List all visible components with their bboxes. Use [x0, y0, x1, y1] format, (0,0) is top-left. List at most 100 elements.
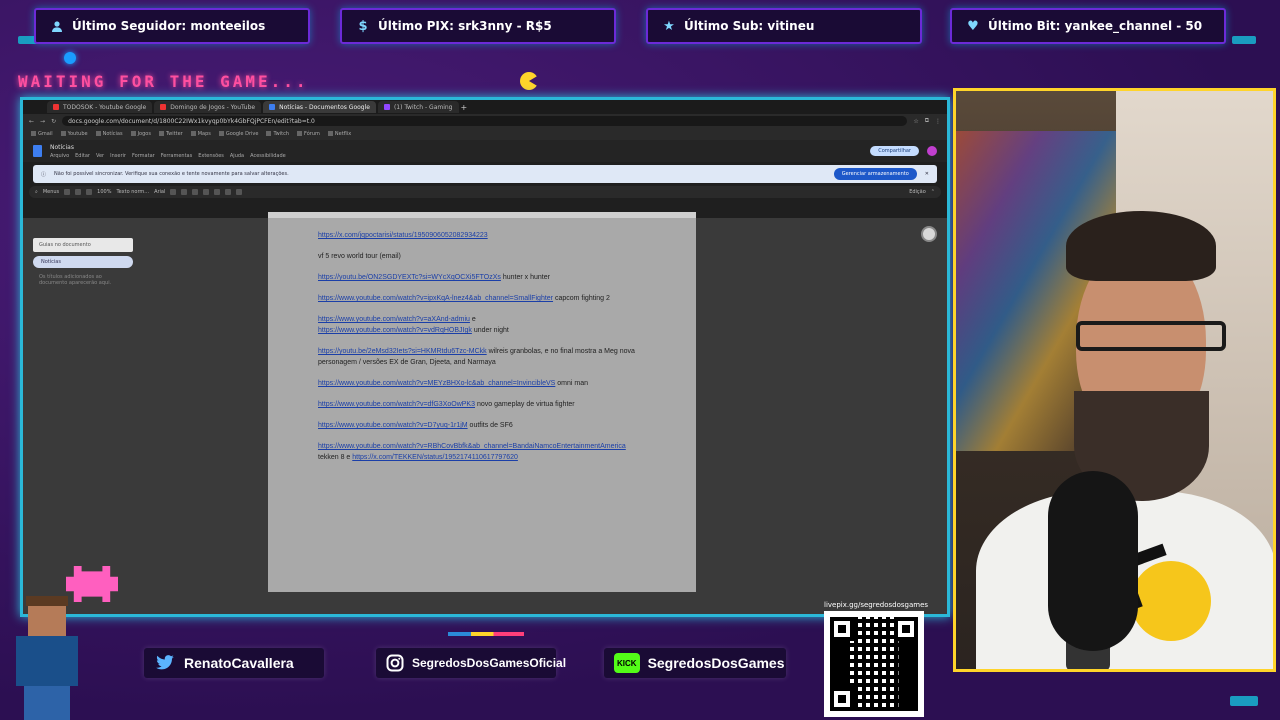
bookmark[interactable]: Netflix [328, 131, 351, 137]
doc-link[interactable]: https://www.youtube.com/watch?v=vdRqHOBJ… [318, 327, 472, 334]
assistant-bubble-icon[interactable] [921, 226, 937, 242]
undo-icon[interactable] [64, 189, 71, 195]
waiting-banner: WAITING FOR THE GAME... [18, 72, 309, 91]
edit-mode-select[interactable]: Edição [909, 189, 926, 195]
bookmark[interactable]: Google Drive [219, 131, 259, 137]
browser-tab-active[interactable]: Notícias - Documentos Google [263, 101, 376, 113]
doc-line: https://www.youtube.com/watch?v=ipxKqA-l… [318, 295, 610, 302]
share-button[interactable]: Compartilhar [870, 146, 919, 156]
doc-link[interactable]: https://www.youtube.com/watch?v=MEYzBHXo… [318, 380, 555, 387]
menu-view[interactable]: Ver [96, 153, 104, 159]
doc-link[interactable]: https://www.youtube.com/watch?v=RBhCovBb… [318, 443, 626, 450]
browser-tab[interactable]: TODOSOK - Youtube Google [47, 101, 153, 113]
alert-last-follower: Último Seguidor: monteeilos [34, 8, 310, 44]
doc-line: https://www.youtube.com/watch?v=dfG3XoOw… [318, 401, 575, 408]
corner-decoration [1230, 696, 1258, 706]
qr-code[interactable] [824, 611, 924, 717]
document-area: Guias no documento Notícias Os títulos a… [23, 212, 947, 614]
menu-icon[interactable]: ⋮ [935, 118, 941, 125]
outline-tabs-header[interactable]: Guias no documento [33, 238, 133, 252]
youtube-icon [160, 104, 167, 110]
youtube-icon [53, 104, 59, 110]
doc-link[interactable]: https://x.com/TEKKEN/status/195217411061… [352, 454, 518, 461]
link-icon[interactable] [214, 189, 221, 195]
docs-logo-icon[interactable] [33, 145, 42, 157]
menu-format[interactable]: Formatar [132, 153, 155, 159]
info-icon: ⓘ [41, 171, 47, 178]
doc-link[interactable]: https://www.youtube.com/watch?v=aXAnd-ad… [318, 316, 470, 323]
underline-icon[interactable] [192, 189, 199, 195]
menus-button[interactable]: Menus [43, 189, 59, 195]
avatar[interactable] [927, 146, 937, 156]
doc-link[interactable]: https://www.youtube.com/watch?v=D7yuq-1r… [318, 422, 468, 429]
extensions-icon[interactable]: ⧉ [925, 117, 929, 125]
menu-help[interactable]: Ajuda [230, 153, 244, 159]
menu-file[interactable]: Arquivo [50, 153, 69, 159]
menu-accessibility[interactable]: Acessibilidade [250, 153, 286, 159]
star-bookmark-icon[interactable]: ☆ [913, 118, 918, 125]
browser-tab[interactable]: Domingo de Jogos - YouTube [154, 101, 262, 113]
menu-insert[interactable]: Inserir [110, 153, 126, 159]
bookmarks-bar: Gmail Youtube Notícias Jogos Twitter Map… [23, 128, 947, 140]
outline-active-tab[interactable]: Notícias [33, 256, 133, 268]
print-icon[interactable] [86, 189, 93, 195]
doc-line: https://www.youtube.com/watch?v=D7yuq-1r… [318, 422, 513, 429]
close-icon[interactable]: ✕ [925, 171, 929, 177]
search-icon[interactable]: ⌕ [35, 189, 38, 195]
doc-link[interactable]: https://youtu.be/ON2SGDYEXTc?si=WYcXqOCX… [318, 274, 501, 281]
bold-icon[interactable] [170, 189, 177, 195]
doc-line: https://youtu.be/2eMsd32Iets?si=HKMRtdu6… [318, 348, 635, 366]
doc-link[interactable]: https://youtu.be/2eMsd32Iets?si=HKMRtdu6… [318, 348, 487, 355]
align-icon[interactable] [225, 189, 232, 195]
bookmark[interactable]: Twitter [159, 131, 183, 137]
bookmark[interactable]: Jogos [131, 131, 151, 137]
doc-link[interactable]: https://x.com/jqpoctarisi/status/1950906… [318, 232, 488, 239]
blue-dot-decoration [64, 52, 76, 64]
webcam-feed [953, 88, 1276, 672]
person-icon [50, 19, 64, 33]
back-icon[interactable]: ← [29, 118, 34, 125]
bookmark[interactable]: Youtube [61, 131, 88, 137]
alert-label: Último Sub: vitineu [684, 19, 815, 33]
banner-text: Não foi possível sincronizar. Verifique … [54, 171, 289, 177]
webcam-hair [1066, 211, 1216, 281]
alert-last-pix: $ Último PIX: srk3nny - R$5 [340, 8, 616, 44]
doc-title[interactable]: Notícias [50, 144, 286, 151]
browser-tab[interactable]: (1) Twitch - Gaming [377, 101, 459, 113]
list-icon[interactable] [236, 189, 243, 195]
italic-icon[interactable] [181, 189, 188, 195]
menu-tools[interactable]: Ferramentas [161, 153, 193, 159]
bookmark[interactable]: Gmail [31, 131, 53, 137]
browser-address-row: ← → ↻ docs.google.com/document/d/1800C22… [23, 114, 947, 128]
dollar-icon: $ [358, 18, 368, 34]
bookmark[interactable]: Notícias [96, 131, 123, 137]
document-page[interactable]: https://x.com/jqpoctarisi/status/1950906… [268, 218, 696, 592]
forward-icon[interactable]: → [40, 118, 45, 125]
pixel-character [6, 596, 86, 720]
reload-icon[interactable]: ↻ [51, 118, 56, 125]
social-kick: KICK SegredosDosGames [604, 648, 786, 678]
font-select[interactable]: Arial [154, 189, 165, 195]
docs-menu-bar: Arquivo Editar Ver Inserir Formatar Ferr… [50, 153, 286, 159]
bookmark[interactable]: Maps [191, 131, 211, 137]
doc-link[interactable]: https://www.youtube.com/watch?v=ipxKqA-l… [318, 295, 553, 302]
bookmark[interactable]: Twitch [266, 131, 289, 137]
manage-storage-button[interactable]: Gerenciar armazenamento [833, 168, 917, 180]
address-bar[interactable]: docs.google.com/document/d/1800C22IWx1kv… [62, 116, 908, 126]
browser-tab-strip: TODOSOK - Youtube Google Domingo de Jogo… [23, 100, 947, 114]
webcam-glasses [1076, 321, 1226, 351]
text-color-icon[interactable] [203, 189, 210, 195]
bookmark[interactable]: Fórum [297, 131, 320, 137]
menu-edit[interactable]: Editar [75, 153, 90, 159]
redo-icon[interactable] [75, 189, 82, 195]
style-select[interactable]: Texto norm... [116, 189, 149, 195]
menu-extensions[interactable]: Extensões [198, 153, 224, 159]
zoom-select[interactable]: 100% [97, 189, 111, 195]
docs-toolbar: ⌕ Menus 100% Texto norm... Arial Edição … [29, 186, 941, 198]
chevron-up-icon[interactable]: ⌃ [931, 189, 935, 195]
new-tab-button[interactable]: + [461, 103, 468, 112]
alert-label: Último Bit: yankee_channel - 50 [988, 19, 1203, 33]
screen-capture: TODOSOK - Youtube Google Domingo de Jogo… [20, 97, 950, 617]
docs-title-block: Notícias Arquivo Editar Ver Inserir Form… [50, 144, 286, 159]
doc-link[interactable]: https://www.youtube.com/watch?v=dfG3XoOw… [318, 401, 475, 408]
